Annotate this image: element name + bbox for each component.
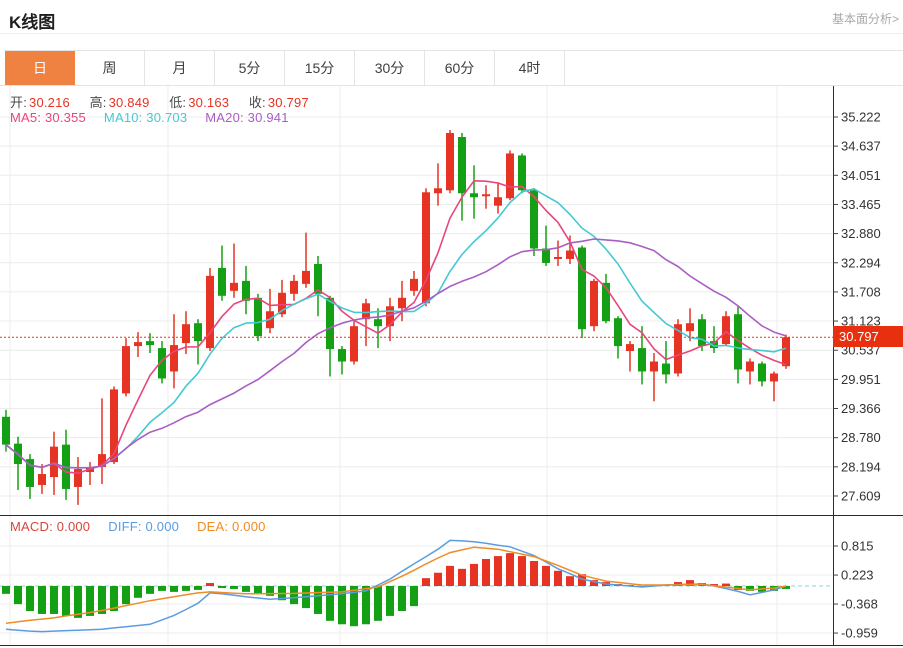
tab-m60[interactable]: 60分 [425,51,495,85]
tab-m15[interactable]: 15分 [285,51,355,85]
macd-axis-label: -0.959 [841,626,878,641]
high-label: 高: [90,95,107,110]
close-label: 收: [249,95,266,110]
macd-legend-item-diff: DIFF: 0.000 [108,519,179,534]
tab-m30[interactable]: 30分 [355,51,425,85]
price-axis-label: 32.880 [841,226,881,241]
ma-legend-item-ma10: MA10: 30.703 [104,110,187,125]
ma-legend-item-ma5: MA5: 30.355 [10,110,86,125]
macd-legend-item-macd: MACD: 0.000 [10,519,90,534]
fundamental-analysis-link[interactable]: 基本面分析> [832,10,899,27]
high-value: 30.849 [109,95,150,110]
price-axis-label: 28.194 [841,459,881,474]
ohlc-legend: 开:30.216 高:30.849 低:30.163 收:30.797 [10,92,325,111]
current-price-badge: 30.797 [833,326,903,347]
price-axis-label: 27.609 [841,488,881,503]
tab-week[interactable]: 周 [75,51,145,85]
price-axis-label: 34.637 [841,139,881,154]
macd-axis-label: 0.815 [841,539,874,554]
ma-legend: MA5: 30.355 MA10: 30.703 MA20: 30.941 [10,110,307,125]
price-axis-label: 31.708 [841,284,881,299]
header-divider [0,33,903,34]
price-axis-label: 29.951 [841,372,881,387]
low-value: 30.163 [188,95,229,110]
tab-day[interactable]: 日 [5,51,75,85]
open-value: 30.216 [29,95,70,110]
macd-axis-label: 0.223 [841,568,874,583]
open-label: 开: [10,95,27,110]
price-axis-label: 33.465 [841,197,881,212]
macd-axis-label: -0.368 [841,597,878,612]
price-axis-label: 28.780 [841,430,881,445]
tab-h4[interactable]: 4时 [495,51,565,85]
low-label: 低: [169,95,186,110]
period-tabbar: 日周月5分15分30分60分4时 [5,50,903,86]
macd-legend: MACD: 0.000 DIFF: 0.000 DEA: 0.000 [10,519,284,534]
close-value: 30.797 [268,95,309,110]
price-axis-label: 34.051 [841,168,881,183]
tab-m5[interactable]: 5分 [215,51,285,85]
ma-legend-item-ma20: MA20: 30.941 [205,110,288,125]
macd-legend-item-dea: DEA: 0.000 [197,519,266,534]
price-axis-label: 29.366 [841,401,881,416]
price-axis-label: 32.294 [841,255,881,270]
page-title: K线图 [9,8,55,33]
tab-month[interactable]: 月 [145,51,215,85]
price-axis-label: 35.222 [841,110,881,125]
